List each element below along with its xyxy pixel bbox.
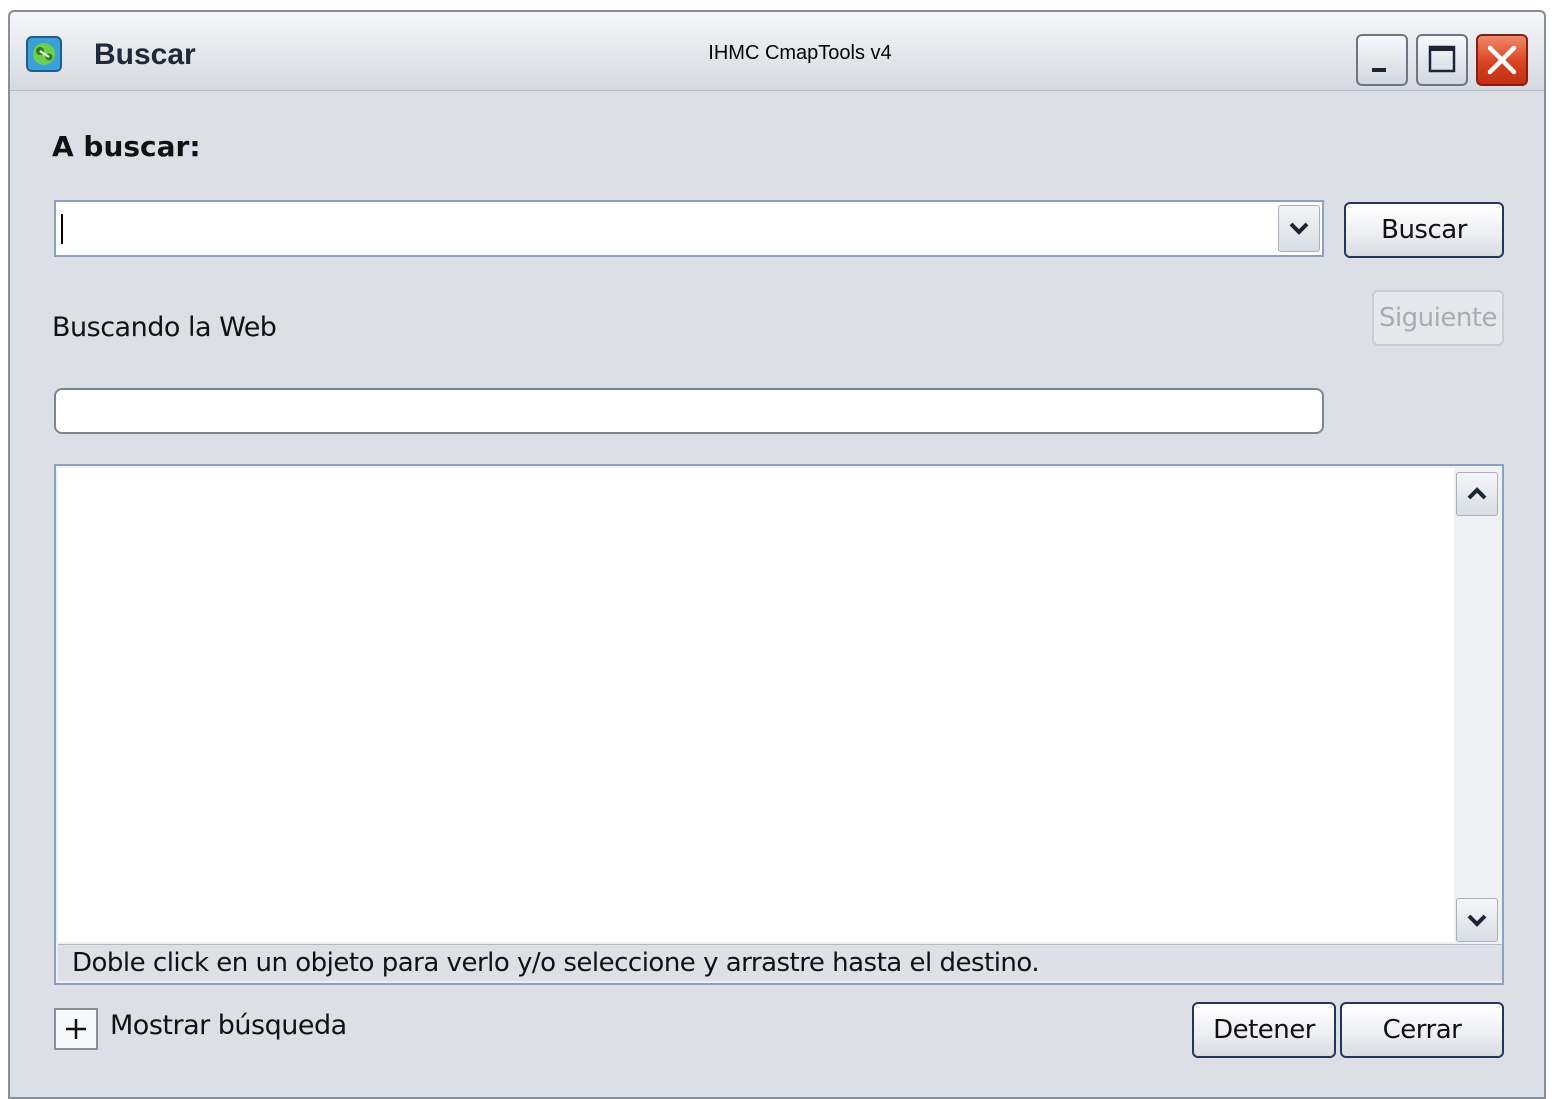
results-panel: Doble click en un objeto para verlo y/o …: [54, 464, 1504, 985]
close-icon: [1487, 45, 1517, 75]
scroll-down-button[interactable]: [1456, 898, 1498, 942]
plus-icon: [66, 1019, 86, 1039]
minimize-icon: [1372, 68, 1386, 72]
chevron-down-icon: [1467, 914, 1487, 927]
search-combobox[interactable]: [54, 200, 1324, 257]
close-window-button[interactable]: [1476, 34, 1528, 86]
show-search-label: Mostrar búsqueda: [110, 1010, 347, 1041]
next-button[interactable]: Siguiente: [1372, 290, 1504, 346]
cmaptools-icon: [26, 36, 62, 72]
search-dialog: Buscar IHMC CmapTools v4 A buscar: Busca…: [8, 10, 1546, 1099]
show-search-toggle[interactable]: [54, 1008, 98, 1050]
dialog-title: Buscar: [94, 38, 196, 71]
results-list[interactable]: [58, 468, 1454, 942]
text-caret: [61, 214, 63, 244]
search-input[interactable]: [58, 204, 1268, 253]
close-button[interactable]: Cerrar: [1340, 1002, 1504, 1058]
scroll-up-button[interactable]: [1456, 472, 1498, 516]
maximize-icon: [1428, 45, 1456, 73]
stop-button[interactable]: Detener: [1192, 1002, 1336, 1058]
search-button[interactable]: Buscar: [1344, 202, 1504, 258]
chevron-down-icon: [1289, 222, 1309, 235]
chevron-up-icon: [1467, 487, 1487, 500]
results-hint-text: Doble click en un objeto para verlo y/o …: [58, 944, 1502, 981]
search-status-text: Buscando la Web: [52, 312, 277, 343]
results-scrollbar[interactable]: [1454, 468, 1500, 942]
minimize-button[interactable]: [1356, 34, 1408, 86]
title-bar[interactable]: Buscar IHMC CmapTools v4: [10, 12, 1544, 91]
search-label: A buscar:: [52, 130, 201, 163]
maximize-button[interactable]: [1416, 34, 1468, 86]
application-title: IHMC CmapTools v4: [708, 42, 892, 64]
combobox-dropdown-button[interactable]: [1278, 205, 1320, 252]
search-progress-bar: [54, 388, 1324, 434]
